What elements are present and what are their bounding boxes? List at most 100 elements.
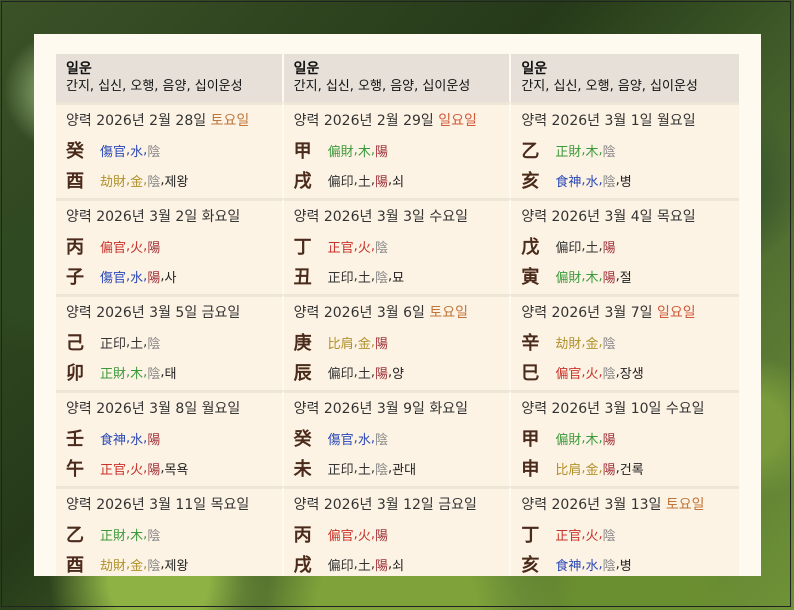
day-cell: 양력 2026년 3월 13일 토요일 丁正官, 火, 陰亥食神, 水, 陰, 병	[511, 486, 739, 576]
branch-char: 辰	[293, 363, 312, 384]
yin-yang: 陽	[602, 240, 616, 256]
column-header: 일운 간지, 십신, 오행, 음양, 십이운성	[511, 54, 739, 102]
weekday: 금요일	[438, 497, 477, 513]
column-title: 일운	[521, 61, 548, 77]
ten-god: 偏官	[555, 366, 582, 382]
table-row: 양력 2026년 2월 28일 토요일 癸傷官, 水, 陰酉劫財, 金, 陰, 제…	[56, 102, 739, 198]
day-cell: 양력 2026년 3월 12일 금요일 丙偏官, 火, 陽戌偏印, 土, 陽, 쇠	[283, 486, 512, 576]
five-element: 木	[130, 528, 144, 544]
column-title: 일운	[293, 61, 320, 77]
stem-char: 丁	[293, 237, 312, 258]
day-cell: 양력 2026년 2월 29일 일요일 甲偏財, 木, 陽戌偏印, 土, 陽, 쇠	[283, 102, 512, 198]
yin-yang: 陰	[374, 432, 388, 448]
yin-yang: 陽	[374, 528, 388, 544]
five-element: 木	[357, 144, 371, 160]
earthly-branch-row: 子傷官, 水, 陽, 사	[66, 266, 272, 288]
yin-yang: 陽	[602, 270, 616, 286]
five-element: 木	[585, 270, 599, 286]
yin-yang: 陽	[147, 270, 161, 286]
date-text: 양력 2026년 3월 12일	[293, 497, 434, 513]
date-text: 양력 2026년 3월 9일	[293, 401, 425, 417]
ten-god: 傷官	[327, 432, 354, 448]
stem-char: 辛	[521, 333, 540, 354]
earthly-branch-row: 卯正財, 木, 陰, 태	[66, 362, 272, 384]
five-element: 水	[585, 174, 599, 190]
twelve-stage: 병	[619, 174, 632, 190]
day-cell: 양력 2026년 3월 5일 금요일 己正印, 土, 陰卯正財, 木, 陰, 태	[56, 294, 284, 390]
stem-char: 丙	[293, 525, 312, 546]
date-text: 양력 2026년 3월 3일	[293, 209, 425, 225]
column-title: 일운	[66, 61, 92, 77]
heavenly-stem-row: 乙正財, 木, 陰	[66, 524, 272, 546]
solar-date: 양력 2026년 3월 5일 금요일	[66, 303, 272, 323]
five-element: 水	[357, 432, 371, 448]
weekday: 토요일	[665, 497, 705, 513]
date-text: 양력 2026년 3월 8일	[66, 401, 198, 417]
twelve-stage: 쇠	[392, 558, 405, 574]
day-cell: 양력 2026년 2월 28일 토요일 癸傷官, 水, 陰酉劫財, 金, 陰, 제…	[56, 102, 284, 198]
date-text: 양력 2026년 3월 5일	[66, 305, 198, 321]
ten-god: 偏財	[555, 270, 582, 286]
content-panel: 일운 간지, 십신, 오행, 음양, 십이운성 일운 간지, 십신, 오행, 음…	[34, 34, 761, 576]
ten-god: 偏官	[327, 528, 354, 544]
yin-yang: 陰	[147, 366, 161, 382]
solar-date: 양력 2026년 3월 1일 월요일	[521, 111, 729, 131]
heavenly-stem-row: 癸傷官, 水, 陰	[294, 428, 500, 450]
ten-god: 正印	[100, 336, 127, 352]
branch-char: 卯	[66, 363, 84, 384]
five-element: 水	[585, 558, 599, 574]
yin-yang: 陽	[374, 366, 388, 382]
earthly-branch-row: 辰偏印, 土, 陽, 양	[293, 362, 500, 384]
ten-god: 偏印	[327, 558, 354, 574]
weekday: 토요일	[210, 113, 250, 129]
twelve-stage: 장생	[619, 366, 644, 382]
five-element: 土	[357, 366, 371, 382]
ten-god: 偏財	[555, 432, 582, 448]
day-cell: 양력 2026년 3월 6일 토요일 庚比肩, 金, 陽辰偏印, 土, 陽, 양	[283, 294, 512, 390]
solar-date: 양력 2026년 3월 13일 토요일	[521, 495, 729, 515]
stem-char: 戊	[521, 237, 540, 258]
date-text: 양력 2026년 3월 7일	[521, 305, 653, 321]
daily-fortune-table: 일운 간지, 십신, 오행, 음양, 십이운성 일운 간지, 십신, 오행, 음…	[56, 54, 739, 576]
five-element: 金	[130, 174, 144, 190]
five-element: 金	[585, 462, 599, 478]
solar-date: 양력 2026년 3월 7일 일요일	[521, 303, 729, 323]
earthly-branch-row: 午正官, 火, 陽, 목욕	[66, 458, 272, 480]
heavenly-stem-row: 辛劫財, 金, 陰	[521, 332, 729, 354]
five-element: 火	[130, 462, 144, 478]
day-cell: 양력 2026년 3월 9일 화요일 癸傷官, 水, 陰未正印, 土, 陰, 관대	[283, 390, 512, 486]
table-row: 양력 2026년 3월 11일 목요일 乙正財, 木, 陰酉劫財, 金, 陰, 제…	[56, 486, 739, 576]
branch-char: 酉	[66, 171, 84, 192]
five-element: 火	[357, 528, 371, 544]
day-cell: 양력 2026년 3월 11일 목요일 乙正財, 木, 陰酉劫財, 金, 陰, 제…	[56, 486, 284, 576]
twelve-stage: 건록	[619, 462, 644, 478]
earthly-branch-row: 戌偏印, 土, 陽, 쇠	[294, 170, 500, 192]
branch-char: 戌	[293, 555, 312, 576]
branch-char: 酉	[66, 555, 84, 576]
five-element: 土	[585, 240, 599, 256]
ten-god: 正印	[327, 270, 354, 286]
yin-yang: 陰	[602, 558, 616, 574]
weekday: 수요일	[665, 401, 705, 417]
ten-god: 劫財	[100, 558, 127, 574]
stem-char: 壬	[66, 429, 84, 450]
column-header: 일운 간지, 십신, 오행, 음양, 십이운성	[56, 54, 284, 102]
five-element: 金	[357, 336, 371, 352]
yin-yang: 陽	[147, 240, 161, 256]
heavenly-stem-row: 丙偏官, 火, 陽	[293, 524, 500, 546]
yin-yang: 陰	[147, 336, 161, 352]
heavenly-stem-row: 丁正官, 火, 陰	[293, 236, 500, 258]
ten-god: 偏印	[327, 366, 354, 382]
yin-yang: 陰	[374, 270, 388, 286]
ten-god: 正印	[327, 462, 354, 478]
day-cell: 양력 2026년 3월 10일 수요일 甲偏財, 木, 陽申比肩, 金, 陽, 건…	[511, 390, 739, 486]
solar-date: 양력 2026년 3월 8일 월요일	[66, 399, 272, 419]
ten-god: 正財	[555, 144, 582, 160]
ten-god: 偏官	[100, 240, 127, 256]
five-element: 火	[585, 528, 599, 544]
heavenly-stem-row: 甲偏財, 木, 陽	[521, 428, 729, 450]
column-subtitle: 간지, 십신, 오행, 음양, 십이운성	[66, 79, 243, 94]
branch-char: 寅	[521, 267, 540, 288]
heavenly-stem-row: 己正印, 土, 陰	[66, 332, 272, 354]
yin-yang: 陰	[602, 366, 616, 382]
